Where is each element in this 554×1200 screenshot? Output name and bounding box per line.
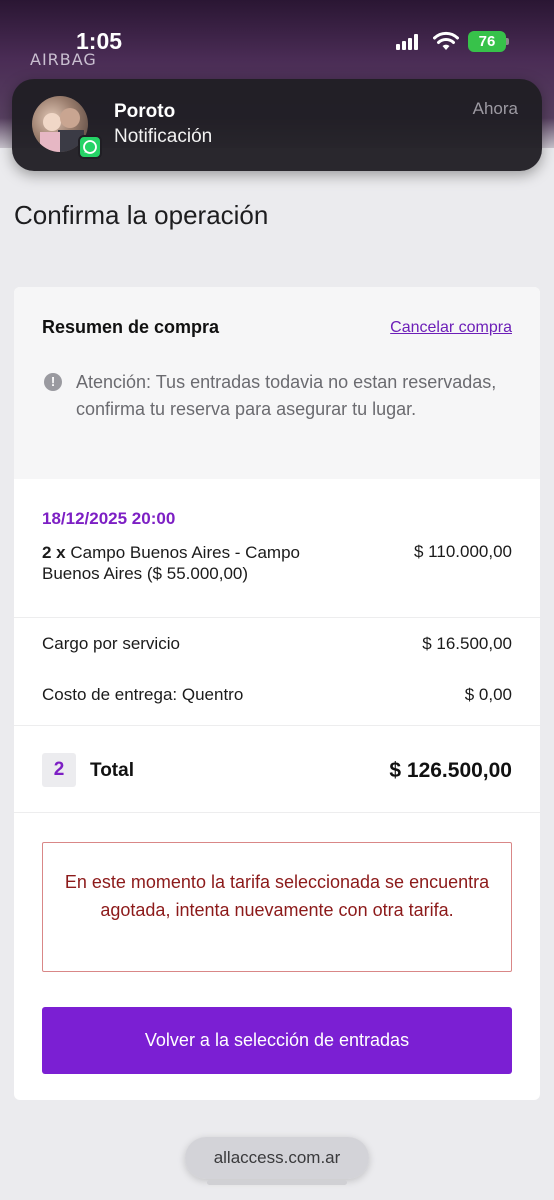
screen: AIRBAG 1:05 76 Poroto Notificación Ahora… — [0, 0, 554, 1200]
notification-banner[interactable]: Poroto Notificación Ahora — [12, 79, 542, 171]
notification-body: Notificación — [114, 126, 213, 147]
browser-url-bar[interactable]: allaccess.com.ar — [185, 1137, 369, 1179]
cellular-signal-icon — [396, 34, 422, 50]
divider — [14, 725, 540, 726]
ticket-quantity: 2 x — [42, 543, 66, 562]
ticket-description: 2 x Campo Buenos Aires - Campo Buenos Ai… — [42, 542, 342, 584]
battery-icon: 76 — [468, 31, 506, 52]
event-date: 18/12/2025 20:00 — [42, 509, 176, 528]
status-time: 1:05 — [76, 28, 123, 54]
delivery-fee-label: Costo de entrega: Quentro — [42, 685, 244, 704]
ticket-amount: $ 110.000,00 — [414, 542, 512, 561]
divider — [14, 617, 540, 618]
battery-tip — [506, 38, 509, 45]
ticket-name: Campo Buenos Aires - Campo Buenos Aires … — [42, 543, 300, 583]
total-amount: $ 126.500,00 — [389, 759, 512, 782]
total-label: Total — [90, 760, 134, 781]
back-to-ticket-selection-button[interactable]: Volver a la selección de entradas — [42, 1007, 512, 1074]
summary-title: Resumen de compra — [42, 317, 220, 337]
total-quantity-badge: 2 — [42, 753, 76, 787]
service-fee-label: Cargo por servicio — [42, 634, 180, 653]
whatsapp-icon — [78, 135, 102, 159]
divider — [14, 812, 540, 813]
delivery-fee-amount: $ 0,00 — [464, 685, 512, 704]
page-title: Confirma la operación — [14, 200, 269, 230]
error-message: En este momento la tarifa seleccionada s… — [64, 872, 490, 920]
home-indicator[interactable] — [207, 1180, 347, 1185]
wifi-icon — [433, 31, 459, 50]
notification-sender: Poroto — [114, 101, 176, 122]
info-icon: ! — [44, 373, 62, 391]
error-alert: En este momento la tarifa seleccionada s… — [42, 842, 512, 972]
status-bar: 1:05 76 — [0, 0, 554, 82]
service-fee-amount: $ 16.500,00 — [422, 634, 512, 653]
cancel-purchase-link[interactable]: Cancelar compra — [390, 319, 512, 337]
notification-time: Ahora — [472, 99, 518, 118]
attention-message: Atención: Tus entradas todavia no estan … — [76, 372, 497, 419]
purchase-summary-card: Resumen de compra Cancelar compra ! Aten… — [14, 287, 540, 1100]
summary-header: Resumen de compra Cancelar compra ! Aten… — [14, 287, 540, 479]
